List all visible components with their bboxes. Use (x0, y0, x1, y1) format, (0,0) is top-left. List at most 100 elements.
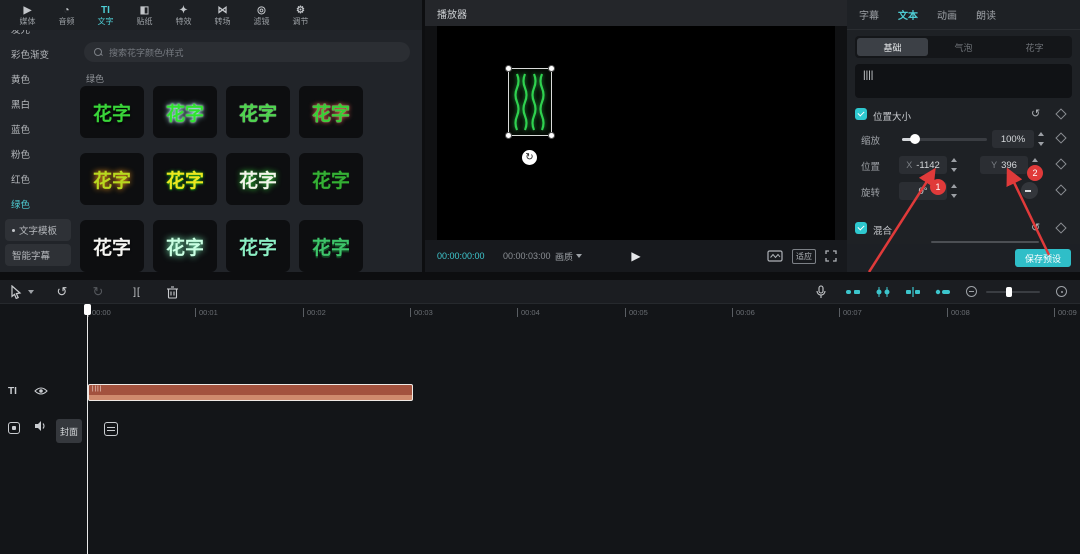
track-visibility-eye-icon[interactable] (34, 386, 48, 396)
sidebar-item-blackwhite[interactable]: 黑白 (0, 91, 76, 116)
timeline-ruler[interactable]: 00:00 00:01 00:02 00:03 00:04 00:05 00:0… (0, 304, 1080, 320)
fancy-text-card[interactable]: 花字 (80, 220, 144, 272)
position-y-field[interactable]: Y 396 (980, 156, 1028, 174)
resize-handle[interactable] (548, 132, 555, 139)
sidebar-item-text-template[interactable]: 文字模板 (5, 219, 71, 241)
sidebar-item-red[interactable]: 红色 (0, 166, 76, 191)
tab-text-props[interactable]: 文本 (898, 7, 918, 22)
scale-stepper[interactable] (1036, 132, 1046, 146)
main-track-magnet-icon[interactable] (934, 285, 952, 299)
rotation-stepper[interactable] (949, 184, 959, 198)
main-track-media-icon[interactable] (104, 422, 118, 436)
preview-canvas[interactable]: ↻ (437, 26, 835, 240)
undo-icon[interactable]: ↺ (54, 284, 70, 300)
delete-icon[interactable] (164, 284, 180, 300)
timeline-zoom-handle[interactable] (1006, 287, 1012, 297)
fancy-text-card[interactable]: 花字 (80, 153, 144, 205)
scale-slider[interactable] (902, 138, 987, 141)
rotation-dial[interactable] (1021, 182, 1038, 199)
keyframe-diamond-icon[interactable] (1055, 184, 1066, 195)
tab-effects[interactable]: ✦ 特效 (164, 0, 203, 30)
fancy-text-card[interactable]: 花字 (226, 220, 290, 272)
sidebar-item-blue[interactable]: 蓝色 (0, 116, 76, 141)
tab-audio[interactable]: ◔ 音频 (47, 0, 86, 30)
quality-dropdown[interactable]: 画质 (555, 250, 582, 263)
auto-snap-icon[interactable] (844, 285, 862, 299)
tab-animation[interactable]: 动画 (937, 7, 957, 22)
scale-value-field[interactable]: 100% (992, 130, 1034, 148)
playhead-handle[interactable] (84, 304, 91, 315)
app-window: ▶ 媒体 ◔ 音频 TI 文字 ◧ 贴纸 ✦ 特效 ⋈ 转场 (0, 0, 1080, 554)
fancy-text-card[interactable]: 花字 (80, 86, 144, 138)
resize-handle[interactable] (505, 65, 512, 72)
tab-adjust[interactable]: ⚙ 调节 (281, 0, 320, 30)
search-input[interactable]: 搜索花字颜色/样式 (84, 42, 410, 62)
tab-read-aloud[interactable]: 朗读 (976, 7, 996, 22)
tab-text[interactable]: TI 文字 (86, 0, 125, 30)
current-time: 00:00:00:00 (437, 251, 485, 261)
fancy-text-card[interactable]: 花字 (153, 86, 217, 138)
fancy-text-card[interactable]: 花字 (299, 86, 363, 138)
fit-dropdown[interactable]: 适应 (792, 249, 816, 264)
cover-button[interactable]: 封面 (56, 419, 82, 443)
reset-icon[interactable]: ↺ (1031, 221, 1040, 234)
resize-handle[interactable] (505, 132, 512, 139)
tab-sticker[interactable]: ◧ 贴纸 (125, 0, 164, 30)
record-audio-icon[interactable] (814, 284, 828, 300)
zoom-out-icon[interactable] (966, 286, 977, 297)
sidebar-item-pink[interactable]: 粉色 (0, 141, 76, 166)
track-mute-speaker-icon[interactable] (34, 420, 47, 432)
fullscreen-icon[interactable] (825, 250, 837, 262)
split-icon[interactable]: ][ (128, 284, 146, 300)
tab-subtitle[interactable]: 字幕 (859, 7, 879, 22)
text-content-input[interactable]: |||| (855, 64, 1072, 98)
select-tool-dropdown-icon[interactable] (26, 284, 36, 300)
fancy-text-card[interactable]: 花字 (153, 220, 217, 272)
subtab-fancy-text[interactable]: 花字 (999, 38, 1070, 56)
reset-icon[interactable]: ↺ (1031, 107, 1040, 120)
keyframe-diamond-icon[interactable] (1055, 222, 1066, 233)
position-x-field[interactable]: X -1142 (899, 156, 947, 174)
sidebar-item-green[interactable]: 绿色 (0, 191, 76, 216)
save-preset-button[interactable]: 保存预设 (1015, 249, 1071, 267)
canvas-ratio-icon[interactable] (767, 250, 783, 262)
sidebar-item-yellow[interactable]: 黄色 (0, 66, 76, 91)
play-button[interactable]: ▶ (631, 249, 640, 263)
resize-handle[interactable] (548, 65, 555, 72)
fancy-text-card[interactable]: 花字 (153, 153, 217, 205)
tab-filter[interactable]: ◎ 滤镜 (242, 0, 281, 30)
selected-text-element[interactable] (508, 68, 552, 136)
redo-icon[interactable]: ↻ (90, 284, 106, 300)
position-x-stepper[interactable] (949, 158, 959, 172)
timeline-panel: ↺ ↻ ][ (0, 280, 1080, 554)
sidebar-item-smart-caption[interactable]: 智能字幕 (5, 244, 71, 266)
audio-icon: ◔ (63, 5, 69, 16)
fancy-text-card[interactable]: 花字 (299, 220, 363, 272)
select-tool-icon[interactable] (8, 284, 24, 300)
keyframe-diamond-icon[interactable] (1055, 158, 1066, 169)
preview-axis-icon[interactable] (904, 285, 922, 299)
blend-checkbox[interactable] (855, 222, 867, 234)
keyframe-diamond-icon[interactable] (1055, 132, 1066, 143)
sidebar-item-glow[interactable]: 发光 (0, 30, 76, 41)
fancy-text-card[interactable]: 花字 (226, 153, 290, 205)
subtab-basic[interactable]: 基础 (857, 38, 928, 56)
inspector-panel: 字幕 文本 动画 朗读 基础 气泡 花字 |||| 位置大小 ↺ 缩放 1 (847, 0, 1080, 272)
subtab-bubble[interactable]: 气泡 (928, 38, 999, 56)
rotate-handle-icon[interactable]: ↻ (522, 150, 537, 165)
fancy-text-card[interactable]: 花字 (299, 153, 363, 205)
timeline-fit-icon[interactable] (1056, 286, 1067, 297)
keyframe-diamond-icon[interactable] (1055, 108, 1066, 119)
video-track-icon[interactable] (8, 422, 20, 434)
search-icon (94, 48, 103, 57)
linkage-icon[interactable] (874, 285, 892, 299)
sidebar-item-color-gradient[interactable]: 彩色渐变 (0, 41, 76, 66)
timeline-zoom-slider[interactable] (986, 291, 1040, 293)
tab-media[interactable]: ▶ 媒体 (8, 0, 47, 30)
tab-transition[interactable]: ⋈ 转场 (203, 0, 242, 30)
scale-slider-handle[interactable] (910, 134, 920, 144)
rotation-row: 旋转 0° (847, 182, 1080, 200)
text-clip[interactable]: |||| (88, 384, 413, 401)
position-size-checkbox[interactable] (855, 108, 867, 120)
fancy-text-card[interactable]: 花字 (226, 86, 290, 138)
